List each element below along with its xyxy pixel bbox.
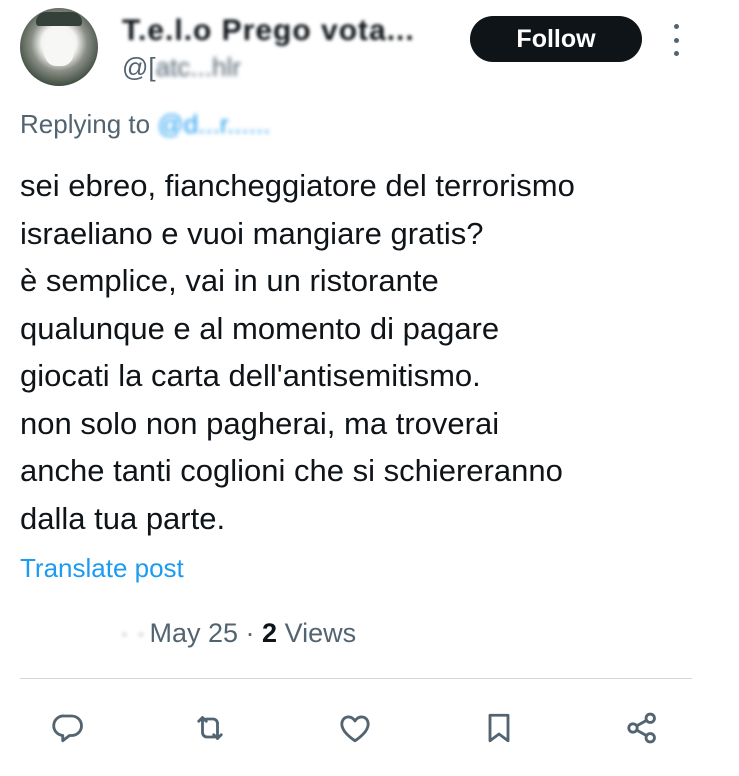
tweet-time[interactable]: · · — [120, 618, 145, 648]
like-icon — [340, 715, 370, 743]
reply-button[interactable] — [48, 708, 88, 748]
share-icon — [627, 712, 656, 744]
translate-post-link[interactable]: Translate post — [20, 553, 184, 584]
follow-button[interactable]: Follow — [470, 16, 642, 62]
share-button[interactable] — [622, 708, 662, 748]
reply-icon — [52, 714, 83, 743]
more-dot — [673, 24, 679, 29]
retweet-button[interactable] — [190, 708, 230, 748]
views-count: 2 — [262, 618, 278, 648]
author-handle[interactable]: @[atc...hlr — [122, 52, 241, 83]
meta-separator: · — [238, 618, 263, 648]
more-options-icon[interactable] — [666, 24, 686, 56]
avatar-face-shape — [44, 30, 74, 66]
avatar-cap-shape — [36, 12, 82, 26]
replying-to: Replying to @d...r...... — [20, 109, 270, 140]
more-dot — [673, 51, 679, 56]
tweet-meta: · · May 25 · 2 Views — [120, 618, 356, 649]
tweet-date[interactable]: May 25 — [149, 618, 238, 648]
bookmark-button[interactable] — [479, 708, 519, 748]
retweet-icon — [197, 716, 223, 740]
bookmark-icon — [488, 713, 510, 743]
more-dot — [673, 37, 679, 43]
replying-to-label: Replying to — [20, 109, 158, 139]
author-handle-prefix: @[ — [122, 52, 156, 82]
views-label: Views — [277, 618, 357, 648]
avatar[interactable] — [20, 8, 98, 86]
author-display-name[interactable]: T.e.l.o Prego vota... — [122, 14, 415, 48]
like-button[interactable] — [335, 708, 375, 748]
tweet-text: sei ebreo, fiancheggiatore del terrorism… — [20, 168, 575, 536]
author-handle-rest: atc...hlr — [155, 52, 241, 82]
replying-to-mention[interactable]: @d...r...... — [157, 109, 270, 139]
divider — [20, 678, 692, 679]
